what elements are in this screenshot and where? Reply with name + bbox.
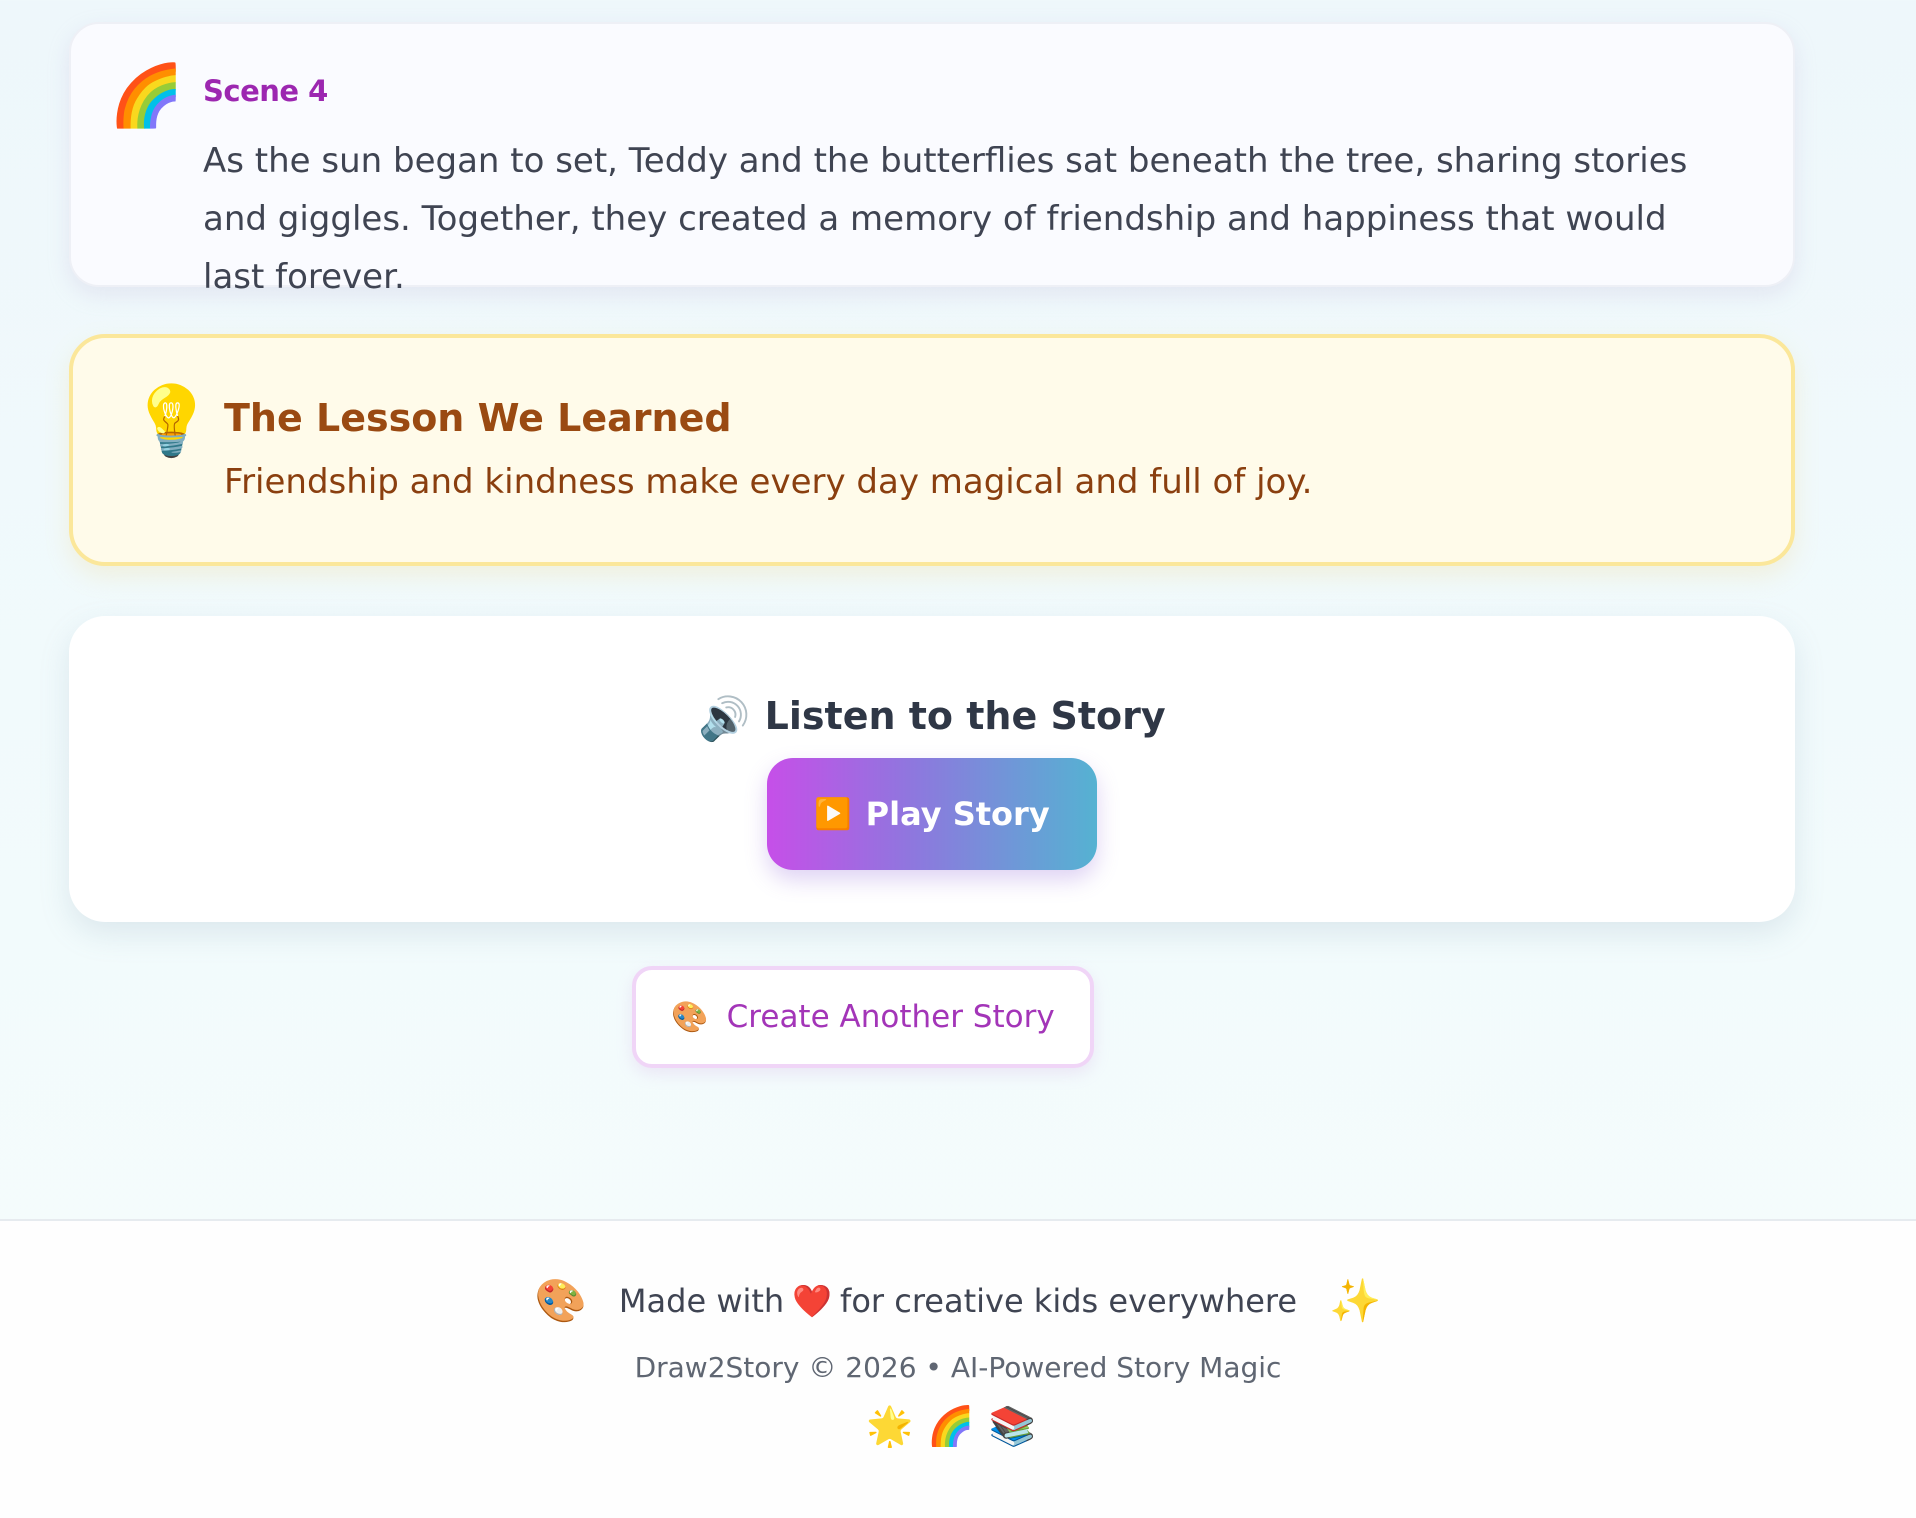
audio-heading: 🔊 Listen to the Story (69, 694, 1795, 744)
scene-card: 🌈 Scene 4 As the sun began to set, Teddy… (69, 22, 1795, 297)
play-story-label: Play Story (865, 795, 1050, 833)
made-with-prefix: Made with (618, 1282, 785, 1320)
palette-icon: 🎨 (671, 999, 709, 1035)
lightbulb-icon: 💡 (129, 382, 214, 461)
play-icon: ▶️ (814, 796, 852, 832)
audio-card: 🔊 Listen to the Story ▶️ Play Story (69, 616, 1795, 922)
rainbow-icon: 🌈 (927, 1404, 989, 1448)
footer-copyright: Draw2Story © 2026 • AI-Powered Story Mag… (634, 1351, 1282, 1384)
sparkles-icon: ✨ (1329, 1276, 1382, 1325)
footer: 🎨 Made with ❤️ for creative kids everywh… (0, 1219, 1916, 1518)
speaker-icon: 🔊 (698, 694, 751, 743)
footer-icons: 🌟🌈📚 (0, 1404, 1916, 1449)
scene-text: As the sun began to set, Teddy and the b… (203, 141, 1688, 297)
scene-title: Scene 4 (203, 74, 328, 108)
create-another-story-label: Create Another Story (726, 999, 1055, 1035)
lesson-card: 💡 The Lesson We Learned Friendship and k… (69, 334, 1795, 566)
star-icon: 🌟 (866, 1404, 928, 1448)
play-story-button[interactable]: ▶️ Play Story (767, 758, 1097, 870)
footer-tagline: 🎨 Made with ❤️ for creative kids everywh… (0, 1276, 1916, 1326)
lesson-title: The Lesson We Learned (224, 396, 732, 440)
story-content: 🌈 Scene 4 As the sun began to set, Teddy… (69, 22, 1795, 922)
made-with-suffix: for creative kids everywhere (840, 1282, 1298, 1320)
books-icon: 📚 (988, 1404, 1050, 1448)
heart-icon: ❤️ (792, 1282, 833, 1320)
lesson-text: Friendship and kindness make every day m… (224, 462, 1313, 502)
audio-heading-text: Listen to the Story (764, 694, 1166, 738)
palette-icon: 🎨 (534, 1276, 587, 1325)
rainbow-icon: 🌈 (109, 61, 184, 131)
create-another-story-button[interactable]: 🎨 Create Another Story (632, 966, 1094, 1068)
